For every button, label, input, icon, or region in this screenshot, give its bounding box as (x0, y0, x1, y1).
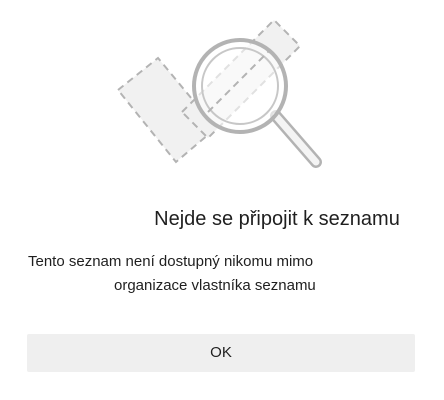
dialog-title: Nejde se připojit k seznamu (154, 208, 400, 230)
dialog-message-line2: organizace vlastníka seznamu (114, 277, 316, 294)
dialog-message-line1: Tento seznam není dostupný nikomu mimo (28, 253, 314, 270)
dialog-message: Tento seznam není dostupný nikomu mimo o… (0, 250, 444, 298)
magnifier-search-icon (116, 18, 322, 168)
magnifier-handle (270, 110, 322, 168)
magnifier-lens (192, 38, 288, 134)
ok-button[interactable]: OK (27, 334, 415, 372)
